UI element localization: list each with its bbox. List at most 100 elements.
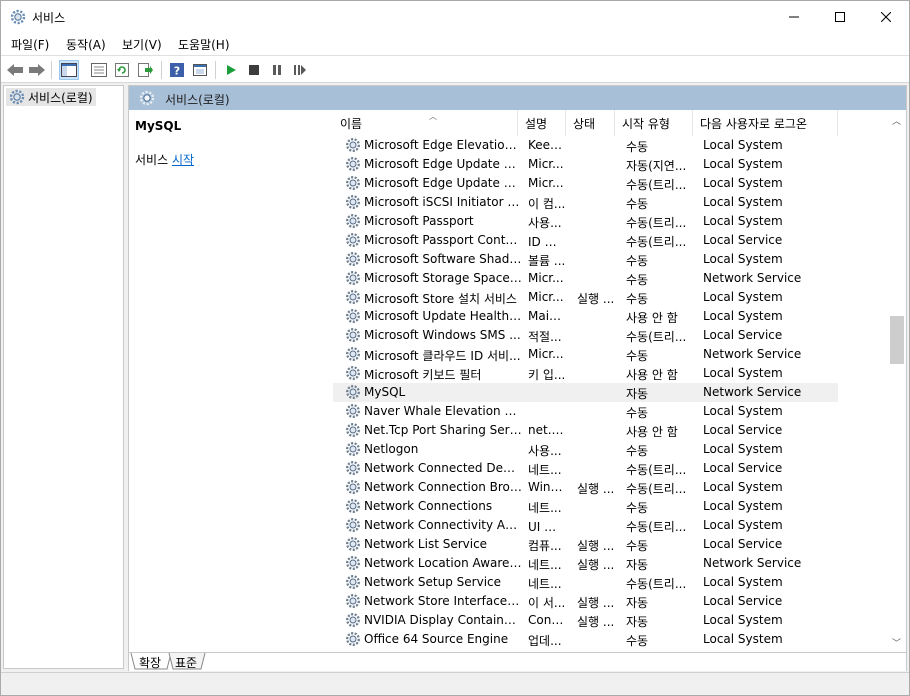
service-logon-as: Local Service: [703, 233, 783, 247]
scroll-up-icon[interactable]: ︿: [892, 114, 901, 127]
service-row[interactable]: Microsoft Passport Container ID 공... 수동(트리…: [333, 231, 838, 250]
column-header-description[interactable]: 설명: [518, 110, 566, 136]
service-name: Network Store Interface Se...: [364, 594, 522, 608]
service-row[interactable]: Naver Whale Elevation Serv... 수동 Local Sys…: [333, 402, 838, 421]
vertical-scrollbar[interactable]: ︿ ﹀: [888, 110, 906, 652]
maximize-icon: [835, 12, 845, 22]
selected-service-name: MySQL: [135, 119, 182, 133]
service-gear-icon: [346, 480, 360, 494]
service-row[interactable]: Network List Service 컴퓨... 실행 ... 수동 Local S…: [333, 535, 838, 554]
maximize-button[interactable]: [817, 1, 863, 33]
service-row[interactable]: Network Connected Device... 네트... 수동(트리...…: [333, 459, 838, 478]
service-startup-type: 자동: [626, 615, 649, 629]
service-logon-as: Local Service: [703, 537, 783, 551]
menu-file[interactable]: 파일(F): [11, 36, 49, 53]
service-name: Network Connectivity Assis...: [364, 518, 522, 532]
properties-button[interactable]: [89, 60, 109, 80]
services-gear-icon: [10, 9, 26, 25]
back-button[interactable]: [5, 60, 25, 80]
refresh-button[interactable]: [112, 60, 132, 80]
service-row[interactable]: Microsoft iSCSI Initiator Se... 이 컴... 수동 L…: [333, 193, 838, 212]
service-logon-as: Local System: [703, 366, 783, 380]
service-gear-icon: [346, 195, 360, 209]
column-header-name[interactable]: ︿ 이름: [333, 110, 518, 136]
close-button[interactable]: [863, 1, 909, 33]
service-row[interactable]: Network Store Interface Se... 이 서... 실행 ..…: [333, 592, 838, 611]
service-row[interactable]: Microsoft Software Shado... 볼륨 ... 수동 Local…: [333, 250, 838, 269]
service-startup-type: 수동: [626, 501, 649, 515]
scrollbar-thumb[interactable]: [890, 316, 904, 364]
service-logon-as: Local System: [703, 309, 783, 323]
service-row[interactable]: MySQL 자동 Network Service: [333, 383, 838, 402]
service-description: net.t...: [528, 423, 566, 437]
column-header-label: 이름: [340, 116, 363, 131]
service-name: Netlogon: [364, 442, 419, 456]
start-service-button[interactable]: [221, 60, 241, 80]
service-row[interactable]: Microsoft Update Health S... Main... 사용 안 …: [333, 307, 838, 326]
service-row[interactable]: Office 64 Source Engine 업데... 수동 Local Syst…: [333, 630, 838, 649]
restart-service-button[interactable]: [290, 60, 310, 80]
service-row[interactable]: Microsoft 클라우드 ID 서비... Micr... 수동 Network …: [333, 345, 838, 364]
service-description: 컴퓨...: [528, 539, 562, 553]
tree-node-services-local[interactable]: 서비스(로컬): [6, 88, 96, 106]
menu-help[interactable]: 도움말(H): [178, 36, 230, 53]
service-logon-as: Local System: [703, 157, 783, 171]
service-startup-type: 수동: [626, 273, 649, 287]
service-startup-type: 사용 안 함: [626, 425, 678, 439]
column-header-startup-type[interactable]: 시작 유형: [615, 110, 693, 136]
service-startup-type: 수동(트리...: [626, 235, 687, 249]
service-gear-icon: [346, 632, 360, 646]
service-row[interactable]: Microsoft Edge Update Ser... Micr... 자동(지연…: [333, 155, 838, 174]
service-row[interactable]: Network Setup Service 네트... 수동(트리... Local …: [333, 573, 838, 592]
service-row[interactable]: Network Connectivity Assis... UI 구... 수동(트…: [333, 516, 838, 535]
minimize-button[interactable]: [771, 1, 817, 33]
show-hide-tree-button[interactable]: [59, 60, 79, 80]
help-button[interactable]: ?: [167, 60, 187, 80]
tree-node-label: 서비스(로컬): [28, 90, 93, 105]
service-startup-type: 수동(트리...: [626, 577, 687, 591]
service-gear-icon: [346, 423, 360, 437]
tab-standard[interactable]: 표준: [172, 654, 200, 670]
service-row[interactable]: Microsoft Edge Update Ser... Micr... 수동(트리…: [333, 174, 838, 193]
service-row[interactable]: Netlogon 사용... 수동 Local System: [333, 440, 838, 459]
service-row[interactable]: Microsoft Passport 사용... 수동(트리... Local Sys…: [333, 212, 838, 231]
service-startup-type: 수동(트리...: [626, 482, 687, 496]
pause-service-button[interactable]: [267, 60, 287, 80]
service-logon-as: Local System: [703, 404, 783, 418]
column-header-label: 상태: [573, 116, 596, 131]
export-list-icon: [138, 63, 153, 77]
service-row[interactable]: Microsoft Storage Spaces ... Micr... 수동 Net…: [333, 269, 838, 288]
service-description: 이 서...: [528, 596, 566, 610]
service-description: Micr...: [528, 176, 564, 190]
scroll-down-icon[interactable]: ﹀: [892, 636, 901, 649]
service-logon-as: Local System: [703, 480, 783, 494]
menu-action[interactable]: 동작(A): [66, 36, 106, 53]
start-service-link[interactable]: 시작: [172, 153, 194, 167]
export-list-button[interactable]: [135, 60, 155, 80]
service-row[interactable]: NVIDIA Display Container LS Cont... 실행 ...…: [333, 611, 838, 630]
service-row[interactable]: Microsoft 키보드 필터 키 입... 사용 안 함 Local System: [333, 364, 838, 383]
toolbar-separator: [161, 61, 162, 79]
service-row[interactable]: Microsoft Edge Elevation S... Keep... 수동 Lo…: [333, 136, 838, 155]
stop-service-button[interactable]: [244, 60, 264, 80]
forward-button[interactable]: [27, 60, 47, 80]
column-header-status[interactable]: 상태: [566, 110, 615, 136]
service-startup-type: 수동: [626, 539, 649, 553]
menu-view[interactable]: 보기(V): [122, 36, 162, 53]
service-logon-as: Local System: [703, 632, 783, 646]
service-logon-as: Local System: [703, 613, 783, 627]
service-row[interactable]: Microsoft Windows SMS ... 적절... 수동(트리... Lo…: [333, 326, 838, 345]
service-name: Office 64 Source Engine: [364, 632, 509, 646]
service-row[interactable]: Microsoft Store 설치 서비스 Micr... 실행 ... 수동 Loc…: [333, 288, 838, 307]
service-row[interactable]: Network Location Awareness 네트... 실행 ... 자동 N…: [333, 554, 838, 573]
service-name: Microsoft iSCSI Initiator Se...: [364, 195, 522, 209]
service-row[interactable]: Network Connection Broker Wind... 실행 ... 수동…: [333, 478, 838, 497]
service-row[interactable]: Net.Tcp Port Sharing Service net.t... 사용 안…: [333, 421, 838, 440]
column-header-logon-as[interactable]: 다음 사용자로 로그온: [693, 110, 838, 136]
properties-sheet-icon: [91, 63, 107, 77]
service-row[interactable]: Network Connections 네트... 수동 Local System: [333, 497, 838, 516]
mmc-view-button[interactable]: [190, 60, 210, 80]
play-icon: [227, 65, 236, 75]
service-startup-type: 수동: [626, 254, 649, 268]
tab-extended[interactable]: 확장: [136, 654, 164, 670]
